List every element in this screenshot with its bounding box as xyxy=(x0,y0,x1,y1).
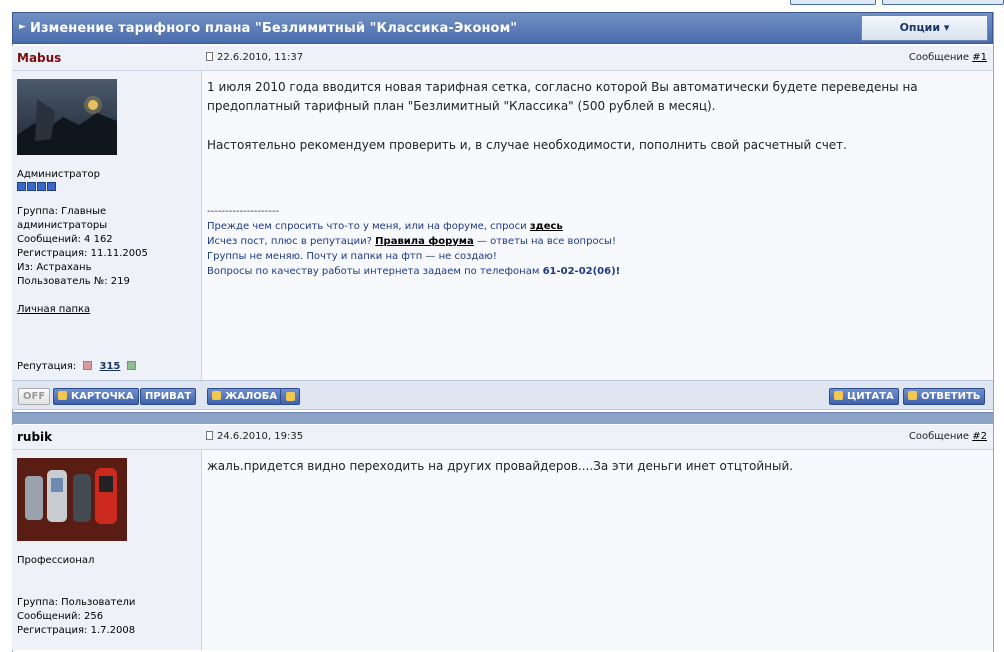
rank-pip-icon xyxy=(27,182,36,191)
member-info: Группа: Главные администраторы Сообщений… xyxy=(17,205,197,289)
forum-rules-link[interactable]: Правила форума xyxy=(375,236,474,247)
member-group: Группа: Пользователи xyxy=(17,597,136,608)
member-registered: Регистрация: 1.7.2008 xyxy=(17,625,136,636)
scroll-top-button[interactable] xyxy=(280,388,300,405)
post-text: 1 июля 2010 года вводится новая тарифная… xyxy=(207,80,918,152)
member-registered: Регистрация: 11.11.2005 xyxy=(17,248,148,259)
report-button[interactable]: ЖАЛОБА xyxy=(207,388,283,405)
rank-pips xyxy=(17,181,57,194)
post-permalink[interactable]: #2 xyxy=(972,431,987,442)
author-panel: Администратор Группа: Главные администра… xyxy=(12,71,202,380)
member-rank: Профессионал xyxy=(17,555,95,566)
topic-title: Изменение тарифного плана "Безлимитный "… xyxy=(30,21,518,36)
top-buttons[interactable] xyxy=(790,0,1004,5)
member-location: Из: Астрахань xyxy=(17,262,92,273)
reputation: Репутация: 315 xyxy=(17,361,140,372)
member-messages: Сообщений: 4 162 xyxy=(17,234,113,245)
post-1: Mabus 22.6.2010, 11:37 Сообщение #1 Адми… xyxy=(12,46,993,412)
reputation-plus-icon[interactable] xyxy=(127,361,137,370)
post-actions: OFF КАРТОЧКА ПРИВАТ ЖАЛОБА ЦИТАТА ОТВЕТИ… xyxy=(12,380,993,410)
member-number: Пользователь №: 219 xyxy=(17,276,130,287)
reputation-label: Репутация: xyxy=(17,361,77,372)
author-panel: Профессионал Группа: Пользователи Сообще… xyxy=(12,450,202,650)
private-message-button[interactable]: ПРИВАТ xyxy=(140,388,197,405)
reply-button[interactable]: ОТВЕТИТЬ xyxy=(903,388,986,405)
personal-folder-link[interactable]: Личная папка xyxy=(17,304,90,315)
warning-icon xyxy=(212,391,221,400)
rank-pip-icon xyxy=(17,182,26,191)
here-link[interactable]: здесь xyxy=(530,221,563,232)
avatar xyxy=(17,79,117,158)
topic-title-bar: ► Изменение тарифного плана "Безлимитный… xyxy=(12,12,993,44)
user-icon xyxy=(58,391,67,400)
signature: -------------------- Прежде чем спросить… xyxy=(207,206,621,277)
post-header: rubik 24.6.2010, 19:35 Сообщение #2 xyxy=(12,425,993,450)
post-author[interactable]: Mabus xyxy=(17,51,61,65)
document-icon xyxy=(206,431,213,440)
post-separator xyxy=(12,412,993,424)
arrow-up-icon xyxy=(286,392,295,401)
post-body: жаль.придется видно переходить на других… xyxy=(202,450,993,650)
post-date: 24.6.2010, 19:35 xyxy=(206,431,303,442)
post-2: rubik 24.6.2010, 19:35 Сообщение #2 Проф… xyxy=(12,425,993,650)
quote-button[interactable]: ЦИТАТА xyxy=(829,388,899,405)
quote-icon xyxy=(908,391,917,400)
post-header: Mabus 22.6.2010, 11:37 Сообщение #1 xyxy=(12,46,993,71)
post-number: Сообщение #2 xyxy=(908,431,987,442)
member-rank: Администратор xyxy=(17,169,100,180)
member-info: Группа: Пользователи Сообщений: 256 Реги… xyxy=(17,596,197,638)
rank-pip-icon xyxy=(37,182,46,191)
document-icon xyxy=(206,52,213,61)
post-date: 22.6.2010, 11:37 xyxy=(206,52,303,63)
post-body: 1 июля 2010 года вводится новая тарифная… xyxy=(202,71,993,380)
support-phone: 61-02-02(06)! xyxy=(542,266,621,277)
avatar xyxy=(17,458,127,544)
options-button[interactable]: Опции ▾ xyxy=(861,15,988,41)
post-text: жаль.придется видно переходить на других… xyxy=(207,459,794,473)
member-group: Группа: Главные администраторы xyxy=(17,206,108,231)
post-author[interactable]: rubik xyxy=(17,430,52,444)
post-number: Сообщение #1 xyxy=(908,52,987,63)
post-permalink[interactable]: #1 xyxy=(972,52,987,63)
profile-card-button[interactable]: КАРТОЧКА xyxy=(53,388,139,405)
plus-icon xyxy=(834,391,843,400)
member-messages: Сообщений: 256 xyxy=(17,611,104,622)
title-arrow-icon: ► xyxy=(19,22,26,32)
reputation-minus-icon[interactable] xyxy=(83,361,93,370)
online-status-button: OFF xyxy=(18,388,51,405)
rank-pip-icon xyxy=(47,182,56,191)
reputation-value[interactable]: 315 xyxy=(99,361,120,372)
